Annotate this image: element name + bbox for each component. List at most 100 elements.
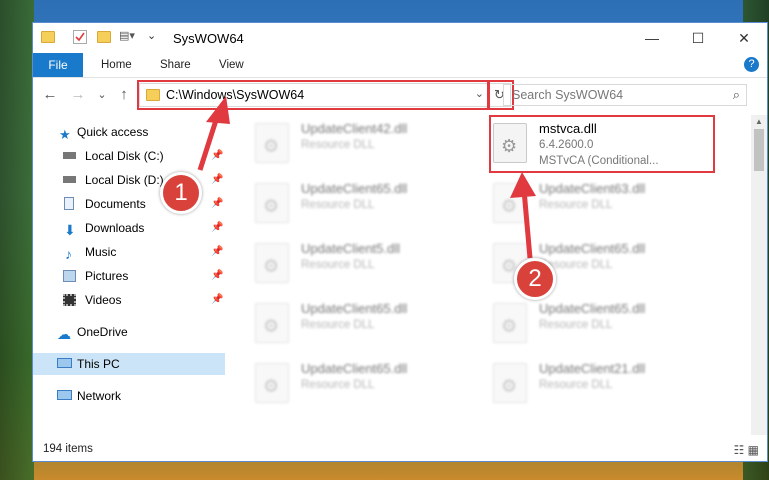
back-button[interactable]: ← (41, 85, 59, 105)
list-item[interactable]: ⚙ UpdateClient65.dll Resource DLL (249, 179, 479, 235)
sidebar-item-pictures[interactable]: Pictures 📌 (33, 265, 225, 287)
pin-icon[interactable]: 📌 (211, 193, 223, 215)
pin-icon[interactable]: 📌 (211, 241, 223, 263)
scroll-up-icon[interactable]: ▲ (755, 117, 763, 126)
dll-file-icon: ⚙ (255, 243, 289, 283)
gear-icon: ⚙ (501, 196, 518, 216)
sidebar-item-quick-access[interactable]: ★ Quick access (33, 121, 225, 143)
tab-file[interactable]: File (33, 53, 83, 77)
list-item[interactable]: ⚙ UpdateClient65.dll Resource DLL (249, 299, 479, 355)
tab-home[interactable]: Home (101, 53, 132, 77)
dll-file-icon: ⚙ (493, 303, 527, 343)
properties-icon[interactable] (73, 30, 87, 44)
computer-icon (57, 358, 72, 368)
title-bar: ▤▾ ⌄ SysWOW64 — ☐ ✕ (33, 23, 767, 53)
sidebar-item-network[interactable]: Network (33, 385, 225, 407)
pin-icon[interactable]: 📌 (211, 217, 223, 239)
file-name: UpdateClient65.dll (301, 301, 408, 316)
file-name: UpdateClient63.dll (539, 181, 646, 196)
sidebar-item-downloads[interactable]: ⬇ Downloads 📌 (33, 217, 225, 239)
file-type: Resource DLL (301, 379, 375, 391)
star-icon: ★ (59, 127, 71, 142)
gear-icon: ⚙ (263, 196, 280, 216)
help-button[interactable]: ? (744, 57, 759, 72)
gear-icon: ⚙ (501, 376, 518, 396)
sidebar-item-label: OneDrive (77, 325, 128, 339)
list-item[interactable]: ⚙ UpdateClient42.dll Resource DLL (249, 119, 479, 175)
file-name: UpdateClient65.dll (539, 301, 646, 316)
navigation-bar: ← → ⌄ ↑ C:\Windows\SysWOW64 ⌄ ↻ Search S… (33, 79, 767, 111)
sidebar-item-label: Quick access (77, 125, 149, 139)
sidebar-item-label: Network (77, 389, 122, 403)
sidebar-item-this-pc[interactable]: This PC (33, 353, 225, 375)
pin-icon[interactable]: 📌 (211, 169, 223, 191)
dll-file-icon: ⚙ (493, 183, 527, 223)
customize-toolbar-icon[interactable]: ▤▾ (119, 29, 145, 42)
background-foliage-left (0, 0, 34, 480)
step-2-badge: 2 (514, 258, 556, 300)
pin-icon[interactable]: 📌 (211, 145, 223, 167)
file-name: UpdateClient65.dll (301, 361, 408, 376)
tab-view[interactable]: View (219, 53, 244, 77)
list-item[interactable]: ⚙ UpdateClient65.dll Resource DLL (487, 299, 717, 355)
drive-icon (63, 152, 76, 159)
scrollbar-thumb[interactable] (754, 129, 764, 171)
search-input[interactable]: Search SysWOW64 ⌕ (503, 84, 747, 106)
navigation-pane: ★ Quick access Local Disk (C:) 📌 Local D… (33, 115, 225, 435)
list-item[interactable]: ⚙ UpdateClient63.dll Resource DLL (487, 179, 717, 235)
vertical-scrollbar[interactable]: ▲ (751, 115, 767, 435)
window-title: SysWOW64 (173, 31, 244, 46)
list-item[interactable]: ⚙ UpdateClient5.dll Resource DLL (249, 239, 479, 295)
sidebar-item-music[interactable]: ♪ Music 📌 (33, 241, 225, 263)
up-button[interactable]: ↑ (115, 85, 133, 105)
dll-file-icon: ⚙ (255, 303, 289, 343)
network-icon (57, 390, 72, 400)
gear-icon: ⚙ (263, 256, 280, 276)
gear-icon: ⚙ (263, 376, 280, 396)
gear-icon: ⚙ (263, 316, 280, 336)
file-name: UpdateClient42.dll (301, 121, 408, 136)
pin-icon[interactable]: 📌 (211, 265, 223, 287)
sidebar-item-label: Pictures (85, 269, 129, 283)
file-type: Resource DLL (301, 139, 375, 151)
file-name: UpdateClient65.dll (539, 241, 646, 256)
view-toggle-buttons[interactable]: ☷ ▦ (734, 443, 759, 457)
list-item[interactable]: ⚙ UpdateClient21.dll Resource DLL (487, 359, 717, 415)
tab-share[interactable]: Share (160, 53, 191, 77)
chevron-down-icon[interactable]: ⌄ (147, 29, 157, 42)
dll-file-icon: ⚙ (255, 363, 289, 403)
documents-icon (64, 197, 74, 210)
file-name: UpdateClient21.dll (539, 361, 646, 376)
file-type: Resource DLL (301, 199, 375, 211)
sidebar-item-label: Downloads (85, 221, 145, 235)
file-highlight (489, 115, 715, 173)
status-item-count: 194 items (43, 443, 93, 455)
dll-file-icon: ⚙ (255, 123, 289, 163)
new-folder-icon[interactable] (97, 31, 111, 43)
recent-locations-button[interactable]: ⌄ (93, 85, 111, 105)
sidebar-item-videos[interactable]: Videos 📌 (33, 289, 225, 311)
minimize-button[interactable]: — (629, 23, 675, 53)
sidebar-item-onedrive[interactable]: ☁ OneDrive (33, 321, 225, 343)
step-1-badge: 1 (160, 172, 202, 214)
sidebar-item-label: Videos (85, 293, 122, 307)
close-button[interactable]: ✕ (721, 23, 767, 53)
gear-icon: ⚙ (501, 316, 518, 336)
music-icon: ♪ (65, 246, 72, 262)
sidebar-item-label: Local Disk (C:) (85, 149, 164, 163)
cloud-icon: ☁ (57, 326, 71, 342)
dll-file-icon: ⚙ (255, 183, 289, 223)
file-type: Resource DLL (301, 259, 375, 271)
file-type: Resource DLL (539, 379, 613, 391)
list-item[interactable]: ⚙ UpdateClient65.dll Resource DLL (249, 359, 479, 415)
file-type: Resource DLL (539, 319, 613, 331)
ribbon-tabs: File Home Share View ? (33, 53, 767, 78)
file-name: UpdateClient65.dll (301, 181, 408, 196)
file-type: Resource DLL (539, 199, 613, 211)
pin-icon[interactable]: 📌 (211, 289, 223, 311)
search-icon: ⌕ (732, 87, 740, 102)
forward-button[interactable]: → (69, 85, 87, 105)
sidebar-item-local-disk-c[interactable]: Local Disk (C:) 📌 (33, 145, 225, 167)
maximize-button[interactable]: ☐ (675, 23, 721, 53)
search-placeholder: Search SysWOW64 (512, 88, 624, 102)
